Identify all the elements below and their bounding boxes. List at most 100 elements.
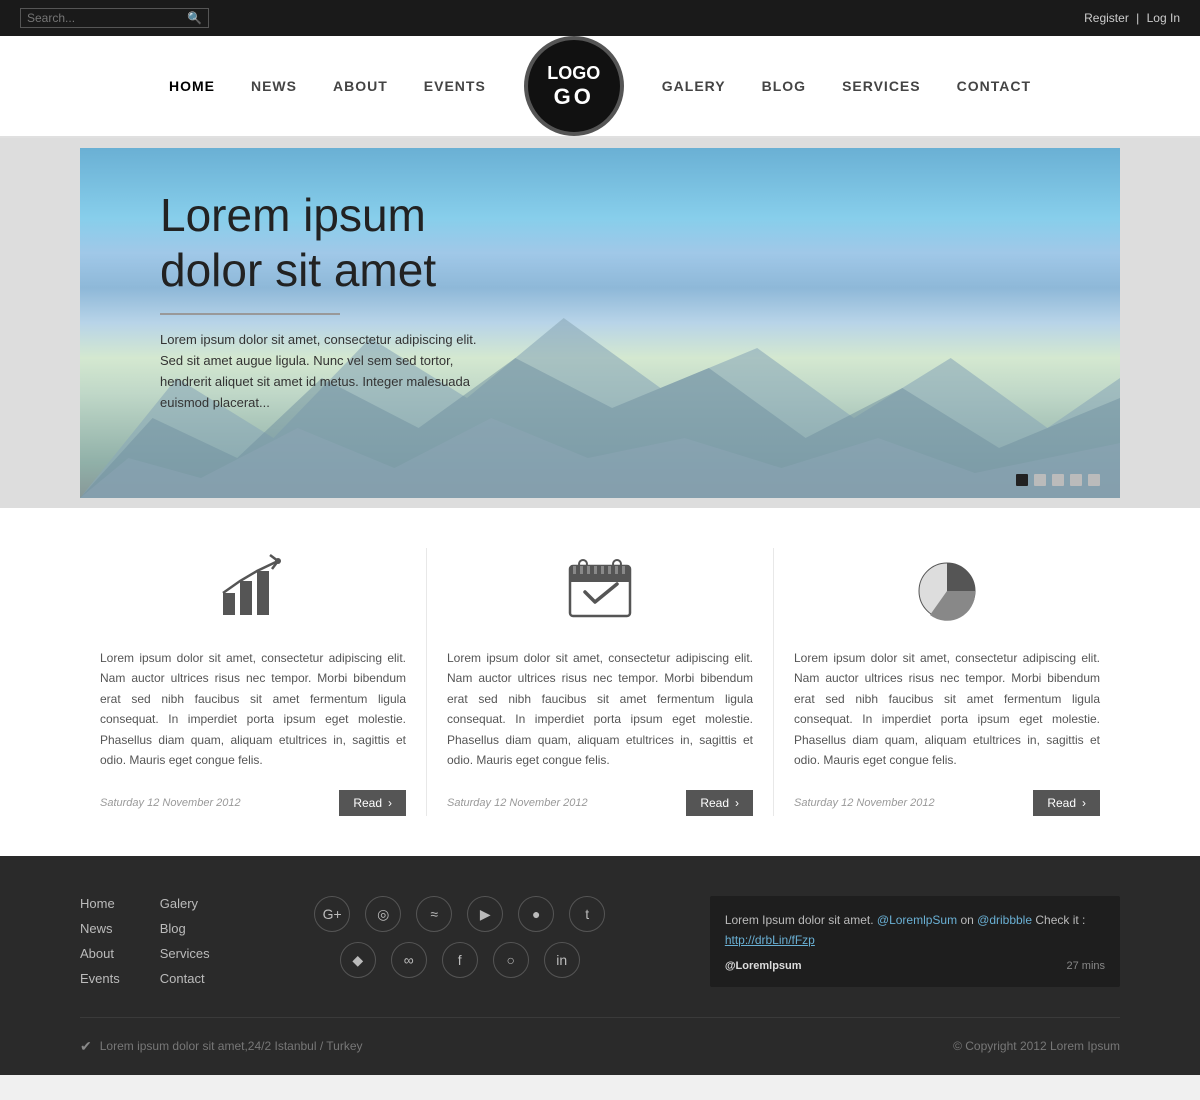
feature-2-read-btn[interactable]: Read › xyxy=(686,790,753,816)
hero-dot-1[interactable] xyxy=(1016,474,1028,486)
nav-contact[interactable]: CONTACT xyxy=(939,50,1049,122)
nav-services[interactable]: SERVICES xyxy=(824,50,939,122)
rss-icon[interactable]: ≈ xyxy=(416,896,452,932)
footer-bottom: ✔ Lorem ipsum dolor sit amet,24/2 Istanb… xyxy=(80,1038,1120,1055)
tweet-text: Lorem Ipsum dolor sit amet. @LoremlpSum … xyxy=(725,911,1105,949)
nav-blog[interactable]: BLOG xyxy=(744,50,824,122)
hero-dot-4[interactable] xyxy=(1070,474,1082,486)
nav-about[interactable]: ABOUT xyxy=(315,50,406,122)
social-row-1: G+ ◎ ≈ ▶ ● t xyxy=(314,896,605,932)
features-section: Lorem ipsum dolor sit amet, consectetur … xyxy=(80,508,1120,856)
footer-nav-links: Home News About Events Galery Blog Servi… xyxy=(80,896,210,986)
nav-news[interactable]: NEWS xyxy=(233,50,315,122)
tweet-mins: 27 mins xyxy=(1066,960,1105,972)
feature-3-text: Lorem ipsum dolor sit amet, consectetur … xyxy=(794,648,1100,770)
copyright-text: © Copyright 2012 Lorem Ipsum xyxy=(953,1039,1120,1053)
hero-dot-3[interactable] xyxy=(1052,474,1064,486)
feature-col-1: Lorem ipsum dolor sit amet, consectetur … xyxy=(80,548,427,816)
feature-2-footer: Saturday 12 November 2012 Read › xyxy=(447,790,753,816)
footer-link-events[interactable]: Events xyxy=(80,971,120,986)
social-row-2: ◆ ∞ f ○ in xyxy=(340,942,580,978)
tweet-connector: on xyxy=(960,913,977,927)
nav-galery[interactable]: GALERY xyxy=(644,50,744,122)
feature-3-read-btn[interactable]: Read › xyxy=(1033,790,1100,816)
hero-dot-5[interactable] xyxy=(1088,474,1100,486)
search-input[interactable] xyxy=(27,11,187,25)
footer-link-contact[interactable]: Contact xyxy=(160,971,210,986)
hero-dot-2[interactable] xyxy=(1034,474,1046,486)
chart-icon xyxy=(100,548,406,628)
address-text: Lorem ipsum dolor sit amet,24/2 Istanbul… xyxy=(100,1039,363,1053)
feature-3-date: Saturday 12 November 2012 xyxy=(794,797,935,809)
login-link[interactable]: Log In xyxy=(1147,11,1180,25)
footer: Home News About Events Galery Blog Servi… xyxy=(0,856,1200,1074)
tweet-check: Check it : xyxy=(1035,913,1085,927)
hero-wrapper: Lorem ipsum dolor sit amet Lorem ipsum d… xyxy=(0,138,1200,508)
footer-divider xyxy=(80,1017,1120,1018)
navigation: HOME NEWS ABOUT EVENTS LOGO GO GALERY BL… xyxy=(0,36,1200,138)
tumblr-icon[interactable]: t xyxy=(569,896,605,932)
social-grid: G+ ◎ ≈ ▶ ● t ◆ ∞ f ○ in xyxy=(270,896,650,978)
logo-text-bottom: GO xyxy=(554,84,594,110)
footer-social: G+ ◎ ≈ ▶ ● t ◆ ∞ f ○ in xyxy=(250,896,670,986)
hero-divider xyxy=(160,313,340,315)
logo-text-top: LOGO xyxy=(547,63,600,84)
pinterest-icon[interactable]: ◎ xyxy=(365,896,401,932)
footer-link-home[interactable]: Home xyxy=(80,896,120,911)
tweet-time: @Loremlpsum 27 mins xyxy=(725,960,1105,972)
tweet-author: @Loremlpsum xyxy=(725,960,802,972)
footer-col-1: Home News About Events xyxy=(80,896,120,986)
feature-3-footer: Saturday 12 November 2012 Read › xyxy=(794,790,1100,816)
footer-link-about[interactable]: About xyxy=(80,946,120,961)
site-logo: LOGO GO xyxy=(524,36,624,136)
nav-menu: HOME NEWS ABOUT EVENTS LOGO GO GALERY BL… xyxy=(0,36,1200,136)
nav-events[interactable]: EVENTS xyxy=(406,50,504,122)
lastfm-icon[interactable]: ∞ xyxy=(391,942,427,978)
nav-home[interactable]: HOME xyxy=(151,50,233,122)
auth-links: Register | Log In xyxy=(1084,11,1180,25)
flickr-icon[interactable]: ● xyxy=(518,896,554,932)
footer-col-2: Galery Blog Services Contact xyxy=(160,896,210,986)
feature-2-date: Saturday 12 November 2012 xyxy=(447,797,588,809)
chevron-right-icon: › xyxy=(388,796,392,810)
feature-col-2: Lorem ipsum dolor sit amet, consectetur … xyxy=(427,548,774,816)
register-link[interactable]: Register xyxy=(1084,11,1129,25)
search-box[interactable]: 🔍 xyxy=(20,8,209,28)
auth-separator: | xyxy=(1136,11,1139,25)
location-icon: ✔ xyxy=(80,1038,92,1055)
chevron-right-icon-3: › xyxy=(1082,796,1086,810)
footer-address: ✔ Lorem ipsum dolor sit amet,24/2 Istanb… xyxy=(80,1038,363,1055)
youtube-icon[interactable]: ▶ xyxy=(467,896,503,932)
footer-link-news[interactable]: News xyxy=(80,921,120,936)
feature-1-read-btn[interactable]: Read › xyxy=(339,790,406,816)
feature-1-date: Saturday 12 November 2012 xyxy=(100,797,241,809)
tweet-handle2[interactable]: @dribbble xyxy=(977,913,1032,927)
hero-dots xyxy=(1016,474,1100,486)
calendar-icon xyxy=(447,548,753,628)
pie-chart-icon xyxy=(794,548,1100,628)
feature-1-text: Lorem ipsum dolor sit amet, consectetur … xyxy=(100,648,406,770)
hero-description: Lorem ipsum dolor sit amet, consectetur … xyxy=(160,330,480,413)
feature-2-text: Lorem ipsum dolor sit amet, consectetur … xyxy=(447,648,753,770)
feature-col-3: Lorem ipsum dolor sit amet, consectetur … xyxy=(774,548,1120,816)
top-bar: 🔍 Register | Log In xyxy=(0,0,1200,36)
hero-banner: Lorem ipsum dolor sit amet Lorem ipsum d… xyxy=(80,148,1120,498)
linkedin-icon[interactable]: in xyxy=(544,942,580,978)
footer-tweet-widget: Lorem Ipsum dolor sit amet. @LoremlpSum … xyxy=(710,896,1120,986)
footer-link-services[interactable]: Services xyxy=(160,946,210,961)
footer-top: Home News About Events Galery Blog Servi… xyxy=(80,896,1120,986)
tweet-link[interactable]: http://drbLin/fFzp xyxy=(725,933,815,947)
facebook-icon[interactable]: f xyxy=(442,942,478,978)
hero-content: Lorem ipsum dolor sit amet Lorem ipsum d… xyxy=(160,188,480,414)
footer-link-blog[interactable]: Blog xyxy=(160,921,210,936)
tweet-handle1[interactable]: @LoremlpSum xyxy=(877,913,957,927)
search-button[interactable]: 🔍 xyxy=(187,11,202,25)
main-content: Lorem ipsum dolor sit amet, consectetur … xyxy=(0,508,1200,856)
chevron-right-icon-2: › xyxy=(735,796,739,810)
dribbble-icon[interactable]: ○ xyxy=(493,942,529,978)
feature-1-footer: Saturday 12 November 2012 Read › xyxy=(100,790,406,816)
twitter-icon[interactable]: ◆ xyxy=(340,942,376,978)
google-plus-icon[interactable]: G+ xyxy=(314,896,350,932)
tweet-main-text: Lorem Ipsum dolor sit amet. xyxy=(725,913,874,927)
footer-link-galery[interactable]: Galery xyxy=(160,896,210,911)
